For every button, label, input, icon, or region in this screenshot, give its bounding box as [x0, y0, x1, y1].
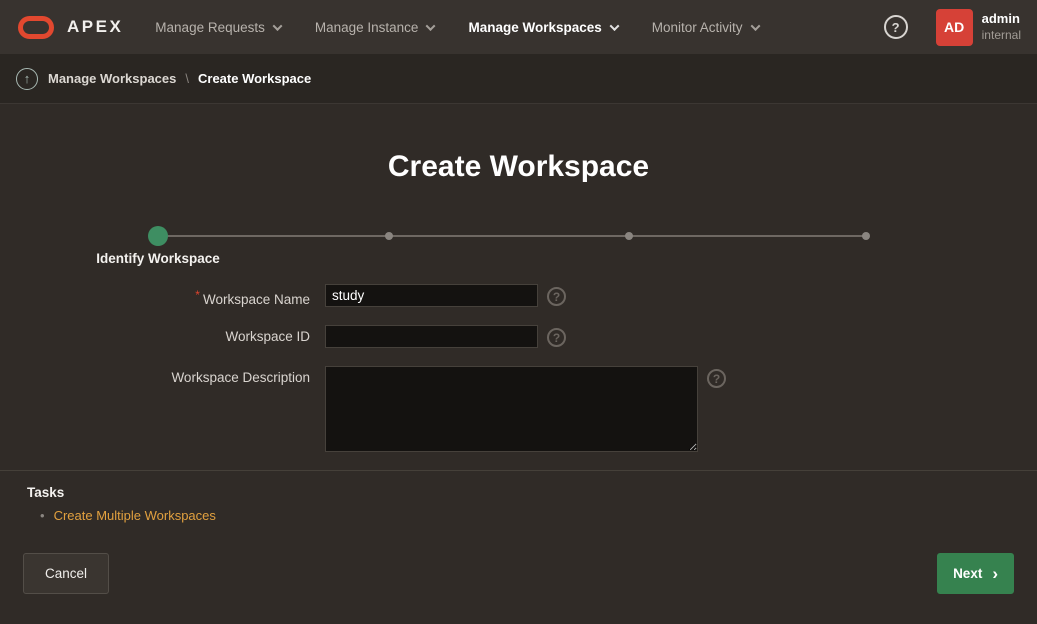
input-col: ?	[325, 366, 726, 452]
chevron-right-icon: ›	[992, 567, 998, 580]
top-navigation-bar: APEX Manage Requests Manage Instance Man…	[0, 0, 1037, 54]
nav-item-monitor-activity[interactable]: Monitor Activity	[652, 20, 759, 35]
step-label: Identify Workspace	[96, 251, 220, 266]
wizard-footer: Cancel Next ›	[0, 539, 1037, 594]
breadcrumb-current: Create Workspace	[198, 71, 311, 86]
field-help-icon[interactable]: ?	[547, 328, 566, 347]
nav-item-manage-instance[interactable]: Manage Instance	[315, 20, 435, 35]
bullet-icon: •	[40, 508, 45, 523]
tasks-title: Tasks	[27, 485, 1037, 500]
input-col: ?	[325, 284, 566, 307]
nav-item-label: Monitor Activity	[652, 20, 743, 35]
chevron-down-icon	[426, 21, 436, 31]
up-arrow-icon[interactable]: ↑	[16, 68, 38, 90]
next-button-label: Next	[953, 566, 982, 581]
next-button[interactable]: Next ›	[937, 553, 1014, 594]
avatar[interactable]: AD	[936, 9, 973, 46]
workspace-id-input[interactable]	[325, 325, 538, 348]
breadcrumb: ↑ Manage Workspaces \ Create Workspace	[0, 54, 1037, 104]
user-meta: admin internal	[982, 11, 1021, 42]
step-dot	[385, 232, 393, 240]
field-help-icon[interactable]: ?	[707, 369, 726, 388]
chevron-down-icon	[272, 21, 282, 31]
wizard-stepper: Identify Workspace	[148, 226, 870, 246]
breadcrumb-parent[interactable]: Manage Workspaces	[48, 71, 176, 86]
help-icon[interactable]: ?	[884, 15, 908, 39]
nav-item-manage-requests[interactable]: Manage Requests	[155, 20, 281, 35]
label-text: Workspace Name	[203, 292, 310, 307]
user-name: admin	[982, 11, 1021, 27]
tasks-list: • Create Multiple Workspaces	[27, 508, 1037, 523]
chevron-down-icon	[609, 21, 619, 31]
stepper-track	[158, 235, 866, 237]
create-workspace-form: *Workspace Name ? Workspace ID ? Workspa…	[0, 284, 1037, 452]
tasks-region: Tasks • Create Multiple Workspaces	[0, 470, 1037, 539]
label-text: Workspace ID	[225, 329, 310, 344]
nav-item-manage-workspaces[interactable]: Manage Workspaces	[468, 20, 617, 35]
workspace-id-label: Workspace ID	[0, 325, 310, 344]
oracle-logo-icon	[18, 16, 54, 39]
nav-right-group: ? AD admin internal	[884, 9, 1021, 46]
input-col: ?	[325, 325, 566, 348]
form-row-workspace-id: Workspace ID ?	[0, 325, 1037, 348]
form-row-workspace-description: Workspace Description ?	[0, 366, 1037, 452]
workspace-description-textarea[interactable]	[325, 366, 698, 452]
chevron-down-icon	[750, 21, 760, 31]
form-row-workspace-name: *Workspace Name ?	[0, 284, 1037, 307]
label-text: Workspace Description	[171, 370, 310, 385]
step-dot	[862, 232, 870, 240]
nav-item-label: Manage Requests	[155, 20, 265, 35]
nav-menu: Manage Requests Manage Instance Manage W…	[155, 20, 792, 35]
brand-title: APEX	[67, 17, 123, 37]
nav-item-label: Manage Workspaces	[468, 20, 601, 35]
workspace-description-label: Workspace Description	[0, 366, 310, 385]
nav-item-label: Manage Instance	[315, 20, 419, 35]
create-multiple-workspaces-link[interactable]: Create Multiple Workspaces	[54, 508, 216, 523]
step-dot-current	[148, 226, 168, 246]
page-title: Create Workspace	[0, 150, 1037, 184]
field-help-icon[interactable]: ?	[547, 287, 566, 306]
breadcrumb-separator: \	[185, 71, 189, 86]
cancel-button[interactable]: Cancel	[23, 553, 109, 594]
required-marker: *	[195, 288, 200, 302]
task-list-item: • Create Multiple Workspaces	[27, 508, 1037, 523]
user-realm: internal	[982, 28, 1021, 43]
workspace-name-label: *Workspace Name	[0, 284, 310, 307]
workspace-name-input[interactable]	[325, 284, 538, 307]
step-dot	[625, 232, 633, 240]
